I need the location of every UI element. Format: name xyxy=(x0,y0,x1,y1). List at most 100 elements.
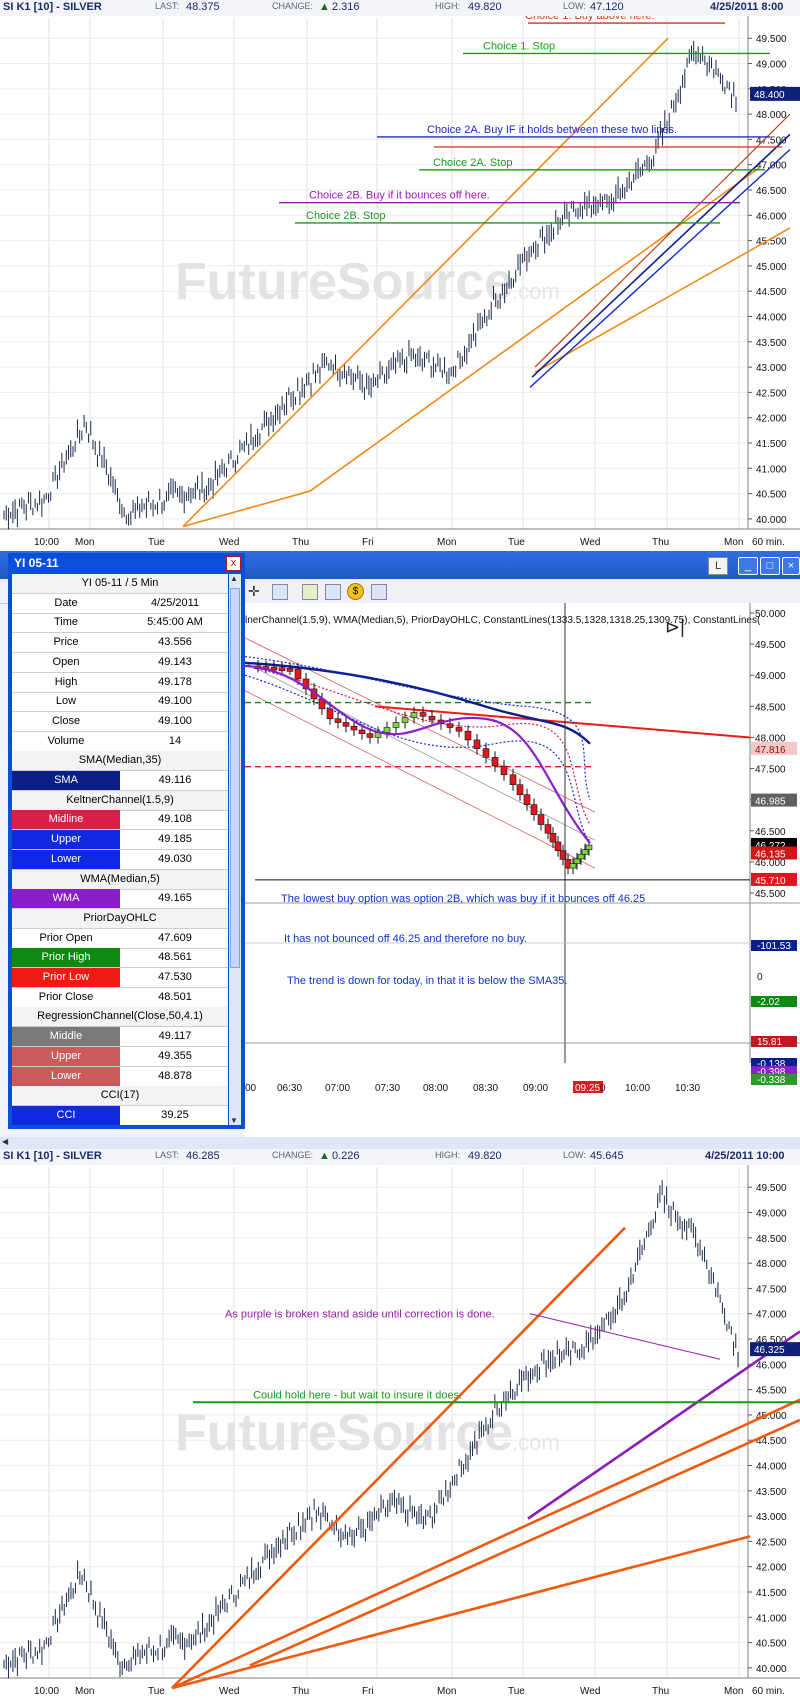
crosshair-icon[interactable]: ✛ xyxy=(248,583,260,600)
low-label: LOW: xyxy=(563,1,586,11)
link-button[interactable]: L xyxy=(708,557,728,575)
change-up-icon: ▲ xyxy=(319,1,330,13)
row-value: 49.116 xyxy=(158,774,192,786)
symbol-label: SI K1 [10] - SILVER xyxy=(3,1150,102,1162)
row-value: 43.556 xyxy=(158,636,192,649)
indicator-tag-text: -2.02 xyxy=(757,997,780,1008)
data-window-close-button[interactable]: x xyxy=(226,556,241,571)
data-window-row: WMA 49.165 xyxy=(12,889,228,910)
row-value: 47.530 xyxy=(158,971,192,983)
candle-body xyxy=(516,784,524,795)
row-value: 5:45:00 AM xyxy=(147,616,203,629)
y-tick-label: 40.000 xyxy=(756,1664,787,1675)
low-value: 47.120 xyxy=(590,1,624,13)
bottom-chart-panel: SI K1 [10] - SILVER LAST: 46.285 CHANGE:… xyxy=(0,1149,800,1700)
y-tick-label: 49.500 xyxy=(756,34,787,45)
y-tick-label: 42.500 xyxy=(756,388,787,399)
row-label: Close xyxy=(51,714,81,727)
price-tag-text: 47.816 xyxy=(755,745,786,756)
data-window-scrollbar[interactable]: ▲ ▼ xyxy=(229,574,241,1125)
y-tick-label: 49.500 xyxy=(755,640,786,651)
scroll-down-icon[interactable]: ▼ xyxy=(230,1116,238,1125)
row-label: WMA xyxy=(12,889,120,909)
row-label: Middle xyxy=(12,1027,120,1047)
coin-icon[interactable]: $ xyxy=(347,583,364,600)
candle-body xyxy=(383,727,391,733)
horizontal-scrollbar[interactable]: ◀ xyxy=(0,1137,800,1149)
candle-body xyxy=(482,748,490,758)
high-label: HIGH: xyxy=(435,1150,461,1160)
cursor-tool-icon[interactable] xyxy=(272,584,288,600)
candle-body xyxy=(569,863,577,869)
x-tick-label: 10:00 xyxy=(34,537,59,548)
y-tick-label: 42.000 xyxy=(756,1563,787,1574)
change-value: 2.316 xyxy=(332,1,360,13)
top-chart-panel: SI K1 [10] - SILVER LAST: 48.375 CHANGE:… xyxy=(0,0,800,551)
scroll-left-icon[interactable]: ◀ xyxy=(2,1137,8,1146)
row-value: 39.25 xyxy=(161,1108,189,1121)
row-value: 48.561 xyxy=(158,951,192,964)
data-window-row: Price 43.556 xyxy=(12,633,228,654)
x-tick-label: 08:30 xyxy=(473,1083,498,1094)
candle-body xyxy=(549,832,557,843)
x-tick-label: 08:00 xyxy=(423,1083,448,1094)
x-tick-label: Mon xyxy=(437,537,456,548)
close-window-button[interactable]: × xyxy=(782,557,800,575)
level-annotation: Choice 1. Buy above here. xyxy=(525,16,655,22)
x-tick-label: 07:30 xyxy=(375,1083,400,1094)
level-annotation: As purple is broken stand aside until co… xyxy=(225,1309,495,1321)
candle-body xyxy=(366,733,374,738)
low-label: LOW: xyxy=(563,1150,586,1160)
scroll-up-icon[interactable]: ▲ xyxy=(230,574,238,583)
x-tick-label: 07:00 xyxy=(325,1083,350,1094)
y-tick-label: 44.000 xyxy=(756,1462,787,1473)
candle-body xyxy=(573,858,581,864)
data-window-row: Middle 49.117 xyxy=(12,1027,228,1048)
y-tick-label: 41.500 xyxy=(756,1588,787,1599)
table-tool-icon[interactable] xyxy=(371,584,387,600)
x-tick-label: Mon xyxy=(724,1686,743,1697)
y-tick-label: 45.000 xyxy=(756,262,787,273)
data-window: YI 05-11 x YI 05-11 / 5 Min Date 4/25/2011… xyxy=(8,553,245,1129)
y-tick-label: 48.000 xyxy=(756,110,787,121)
price-tag-text: 46.325 xyxy=(754,1345,785,1356)
x-tick-label: Fri xyxy=(362,537,374,548)
y-tick-label: 47.500 xyxy=(756,1284,787,1295)
chart-scroll-icon: ⊳| xyxy=(665,617,685,637)
minimize-button[interactable]: _ xyxy=(738,557,758,575)
last-label: LAST: xyxy=(155,1,180,11)
x-tick-label: Wed xyxy=(580,537,600,548)
x-tick-label: Thu xyxy=(292,537,309,548)
level-annotation: Could hold here - but wait to insure it … xyxy=(253,1389,462,1401)
intraday-plot-area: lnerChannel(1.5,9), WMA(Median,5), Prior… xyxy=(245,603,800,1149)
candle-body xyxy=(500,765,508,776)
maximize-button[interactable]: □ xyxy=(760,557,780,575)
study-tool-icon[interactable] xyxy=(325,584,341,600)
data-window-table: YI 05-11 / 5 Min Date 4/25/2011 Time 5:45:00… xyxy=(12,574,228,1125)
note-line-1: The lowest buy option was option 2B, whi… xyxy=(281,893,646,905)
candle-body xyxy=(326,708,334,720)
y-tick-label: 49.000 xyxy=(755,671,786,682)
row-label: Prior Open xyxy=(39,931,93,944)
row-value: 48.501 xyxy=(158,990,192,1003)
data-window-row: Time 5:45:00 AM xyxy=(12,613,228,634)
x-tick-label: Thu xyxy=(292,1686,309,1697)
x-tick-label: Wed xyxy=(219,537,239,548)
scrollbar-thumb[interactable] xyxy=(230,588,240,968)
low-value: 45.645 xyxy=(590,1150,624,1162)
x-tick-label: Tue xyxy=(148,537,165,548)
row-value: 49.355 xyxy=(158,1049,192,1062)
candle-body xyxy=(509,774,517,786)
price-tag-text: 48.400 xyxy=(754,90,785,101)
symbol-label: SI K1 [10] - SILVER xyxy=(3,1,102,13)
candle-body xyxy=(455,727,463,732)
candle-body xyxy=(401,717,409,723)
y-tick-label: 40.000 xyxy=(756,515,787,526)
x-tick-label: Tue xyxy=(148,1686,165,1697)
data-window-row: Open 49.143 xyxy=(12,653,228,673)
row-label: High xyxy=(54,675,78,688)
draw-tool-icon[interactable] xyxy=(302,584,318,600)
candle-body xyxy=(334,718,342,723)
row-value: 49.178 xyxy=(158,675,192,688)
candle-body xyxy=(358,729,366,735)
